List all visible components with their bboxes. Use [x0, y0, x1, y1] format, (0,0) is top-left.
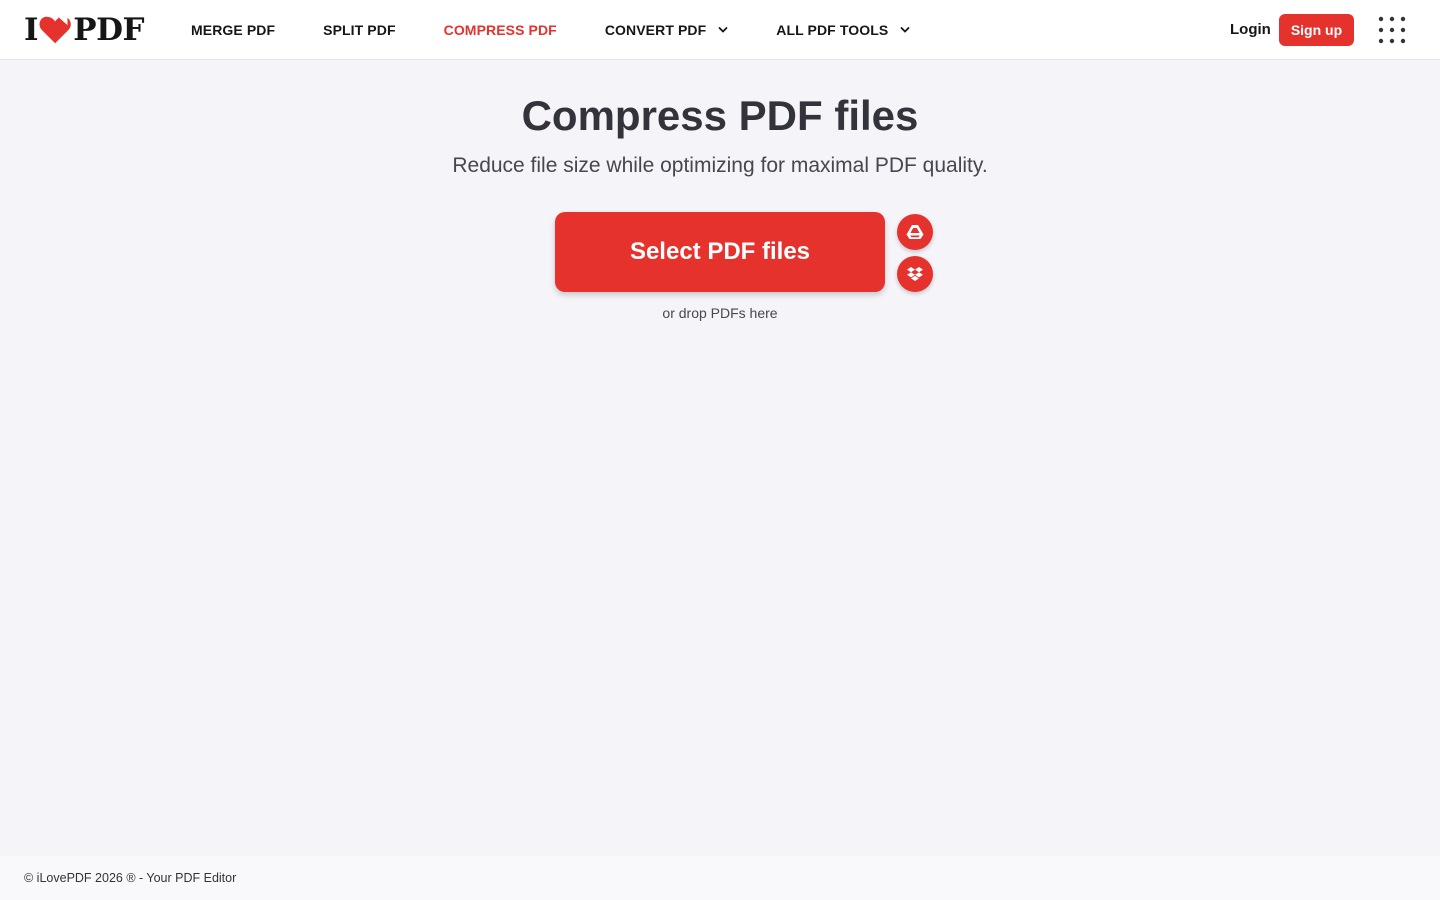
nav-convert-pdf[interactable]: CONVERT PDF — [605, 22, 728, 38]
nav-item-label: MERGE PDF — [191, 22, 276, 38]
chevron-down-icon — [900, 27, 910, 33]
page-title: Compress PDF files — [521, 92, 919, 139]
chevron-down-icon — [718, 27, 728, 33]
footer: © iLovePDF 2026 ® - Your PDF Editor — [0, 856, 1440, 900]
ilovepdf-logo[interactable]: I PDF — [24, 12, 144, 48]
google-drive-icon — [906, 225, 924, 239]
nav-split-pdf[interactable]: SPLIT PDF — [323, 22, 395, 38]
dropbox-button[interactable] — [897, 256, 933, 292]
signup-button[interactable]: Sign up — [1279, 14, 1354, 46]
google-drive-button[interactable] — [897, 214, 933, 250]
login-link[interactable]: Login — [1230, 21, 1271, 38]
drop-hint: or drop PDFs here — [662, 305, 778, 321]
page-subtitle: Reduce file size while optimizing for ma… — [452, 154, 988, 177]
nav-item-label: COMPRESS PDF — [443, 22, 557, 38]
top-header: I PDF MERGE PDF SPLIT PDF COMPRESS PDF C… — [0, 0, 1440, 60]
nav-merge-pdf[interactable]: MERGE PDF — [191, 22, 275, 38]
nav-item-label: CONVERT PDF — [604, 22, 707, 38]
dropbox-icon — [907, 266, 923, 281]
nav-compress-pdf[interactable]: COMPRESS PDF — [444, 22, 557, 38]
heart-icon — [39, 16, 71, 44]
apps-grid-icon[interactable] — [1378, 16, 1406, 44]
main-nav: MERGE PDF SPLIT PDF COMPRESS PDF CONVERT… — [191, 0, 958, 60]
logo-text-pdf: PDF — [73, 12, 144, 48]
nav-item-label: ALL PDF TOOLS — [776, 22, 889, 38]
footer-copyright: © iLovePDF 2026 ® - Your PDF Editor — [24, 871, 237, 885]
logo-text-i: I — [24, 12, 39, 48]
nav-all-pdf-tools[interactable]: ALL PDF TOOLS — [776, 22, 910, 38]
select-pdf-files-button[interactable]: Select PDF files — [555, 212, 885, 292]
nav-item-label: SPLIT PDF — [323, 22, 396, 38]
